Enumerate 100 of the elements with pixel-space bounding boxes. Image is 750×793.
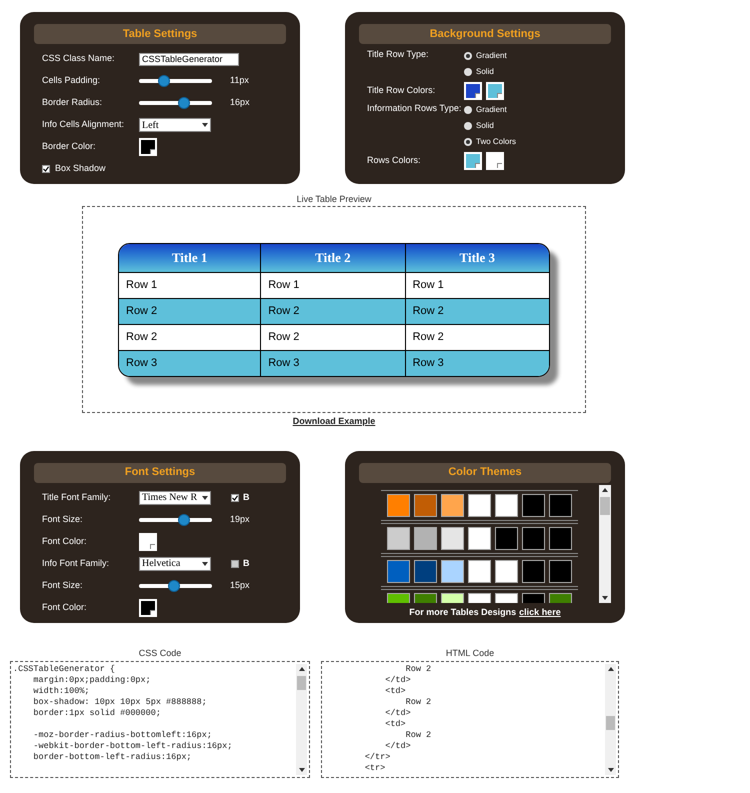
- code-line: width:100%;: [32, 686, 90, 696]
- code-title: CSS Code: [138, 646, 182, 660]
- scrollbar[interactable]: [605, 664, 616, 774]
- color-picker[interactable]: [464, 152, 482, 170]
- code-line: </td>: [384, 674, 411, 686]
- radio-label: Gradient: [476, 50, 507, 62]
- color-picker[interactable]: [139, 598, 157, 616]
- slider-thumb[interactable]: [178, 97, 190, 109]
- table-cell: Row 3: [119, 350, 260, 376]
- radio-button[interactable]: [464, 52, 472, 60]
- slider-value: 15px: [230, 578, 250, 592]
- slider-value: 19px: [230, 512, 250, 526]
- table-cell: Row 3: [260, 350, 405, 376]
- table-cell: Row 3: [404, 350, 549, 376]
- field-label: Cells Padding:: [42, 74, 102, 88]
- code-line: margin:0px;padding:0px;: [32, 674, 151, 686]
- panel-title: Font Settings: [34, 462, 286, 482]
- field-label: Title Row Type:: [367, 48, 430, 61]
- checkbox-label: B: [243, 490, 250, 504]
- table-cell: Row 2: [260, 298, 405, 324]
- radio-label: Solid: [476, 120, 494, 132]
- table-cell: Row 2: [404, 324, 549, 350]
- code-line: -moz-border-radius-bottomleft:16px;: [32, 730, 212, 740]
- radio-button[interactable]: [464, 68, 472, 76]
- table-cell: Row 1: [260, 272, 405, 298]
- panel-title: Color Themes: [359, 462, 611, 482]
- corner-icon: [497, 93, 502, 98]
- scroll-thumb[interactable]: [606, 716, 615, 730]
- code-line: <tr>: [364, 762, 386, 774]
- dropdown[interactable]: Helvetica: [139, 556, 211, 570]
- panel-title: Background Settings: [359, 24, 611, 44]
- color-picker[interactable]: [464, 82, 482, 100]
- theme-row[interactable]: [380, 490, 578, 520]
- field-label: Title Row Colors:: [367, 84, 436, 98]
- field-label: Rows Colors:: [367, 154, 422, 168]
- table-cell: Row 2: [119, 324, 260, 350]
- checkbox-label: Box Shadow: [55, 162, 106, 176]
- radio-label: Gradient: [476, 104, 507, 116]
- more-designs-link[interactable]: click here: [519, 606, 561, 619]
- table-header-cell: Title 1: [119, 244, 260, 272]
- code-line: </tr>: [364, 752, 390, 762]
- field-label: Font Color:: [42, 600, 88, 614]
- table-header-cell: Title 2: [260, 244, 405, 272]
- checkbox[interactable]: [231, 560, 239, 568]
- field-label: Info Font Family:: [42, 556, 110, 570]
- scroll-thumb[interactable]: [297, 676, 306, 690]
- slider-thumb[interactable]: [158, 75, 170, 87]
- radio-label: Solid: [476, 66, 494, 78]
- table-cell: Row 1: [119, 272, 260, 298]
- color-picker[interactable]: [139, 532, 157, 550]
- code-line: <td>: [384, 718, 406, 730]
- field-label: Information Rows Type:: [367, 102, 462, 115]
- field-label: Title Font Family:: [42, 490, 112, 504]
- code-line: <td>: [384, 686, 406, 696]
- theme-row[interactable]: [380, 522, 578, 554]
- dropdown[interactable]: Times New R: [139, 490, 211, 504]
- scroll-up-icon: [298, 666, 304, 670]
- code-area[interactable]: [10, 660, 310, 778]
- field-label: Font Color:: [42, 534, 88, 548]
- code-line: Row 2: [404, 664, 432, 674]
- preview-title: Live Table Preview: [296, 193, 372, 206]
- code-line: -webkit-border-bottom-left-radius:16px;: [32, 740, 232, 752]
- corner-icon: [150, 149, 155, 154]
- code-line: box-shadow: 10px 10px 5px #888888;: [32, 696, 207, 708]
- scrollbar[interactable]: [296, 664, 307, 774]
- color-picker[interactable]: [486, 82, 504, 100]
- radio-button[interactable]: [464, 106, 472, 114]
- checkbox[interactable]: [42, 165, 50, 173]
- color-picker[interactable]: [139, 138, 157, 156]
- table-cell: Row 2: [119, 298, 260, 324]
- code-area[interactable]: Row 2 </td> <td> Row 2 </td> <td> Row 2 </td> </tr> <tr>: [321, 660, 619, 778]
- radio-button[interactable]: [464, 138, 472, 146]
- slider-thumb[interactable]: [178, 514, 190, 526]
- table-header-cell: Title 3: [404, 244, 549, 272]
- checkbox-label: B: [243, 556, 250, 570]
- check-icon: [232, 494, 238, 500]
- corner-icon: [475, 93, 480, 98]
- table-cell: Row 2: [260, 324, 405, 350]
- slider-thumb[interactable]: [168, 580, 180, 592]
- code-line: Row 2: [404, 696, 432, 708]
- download-link[interactable]: Download Example: [292, 415, 376, 428]
- code-line: border:1px solid #000000;: [32, 708, 161, 718]
- color-picker[interactable]: [486, 152, 504, 170]
- field-label: Font Size:: [42, 512, 84, 526]
- corner-icon: [497, 163, 502, 168]
- checkbox[interactable]: [231, 494, 239, 502]
- dropdown[interactable]: Left: [139, 118, 211, 132]
- scroll-thumb[interactable]: [600, 496, 610, 514]
- field-label: CSS Class Name:: [42, 52, 116, 66]
- text-field[interactable]: CSSTableGenerator: [139, 52, 239, 66]
- check-icon: [43, 166, 49, 172]
- scroll-down-icon: [602, 596, 608, 600]
- code-line: Row 2: [404, 730, 432, 740]
- theme-row[interactable]: [380, 556, 578, 586]
- scrollbar[interactable]: [599, 484, 611, 602]
- corner-icon: [150, 610, 155, 614]
- code-line: </td>: [384, 708, 411, 718]
- scroll-down-icon: [608, 768, 614, 772]
- radio-button[interactable]: [464, 122, 472, 130]
- caret-icon: [202, 496, 208, 500]
